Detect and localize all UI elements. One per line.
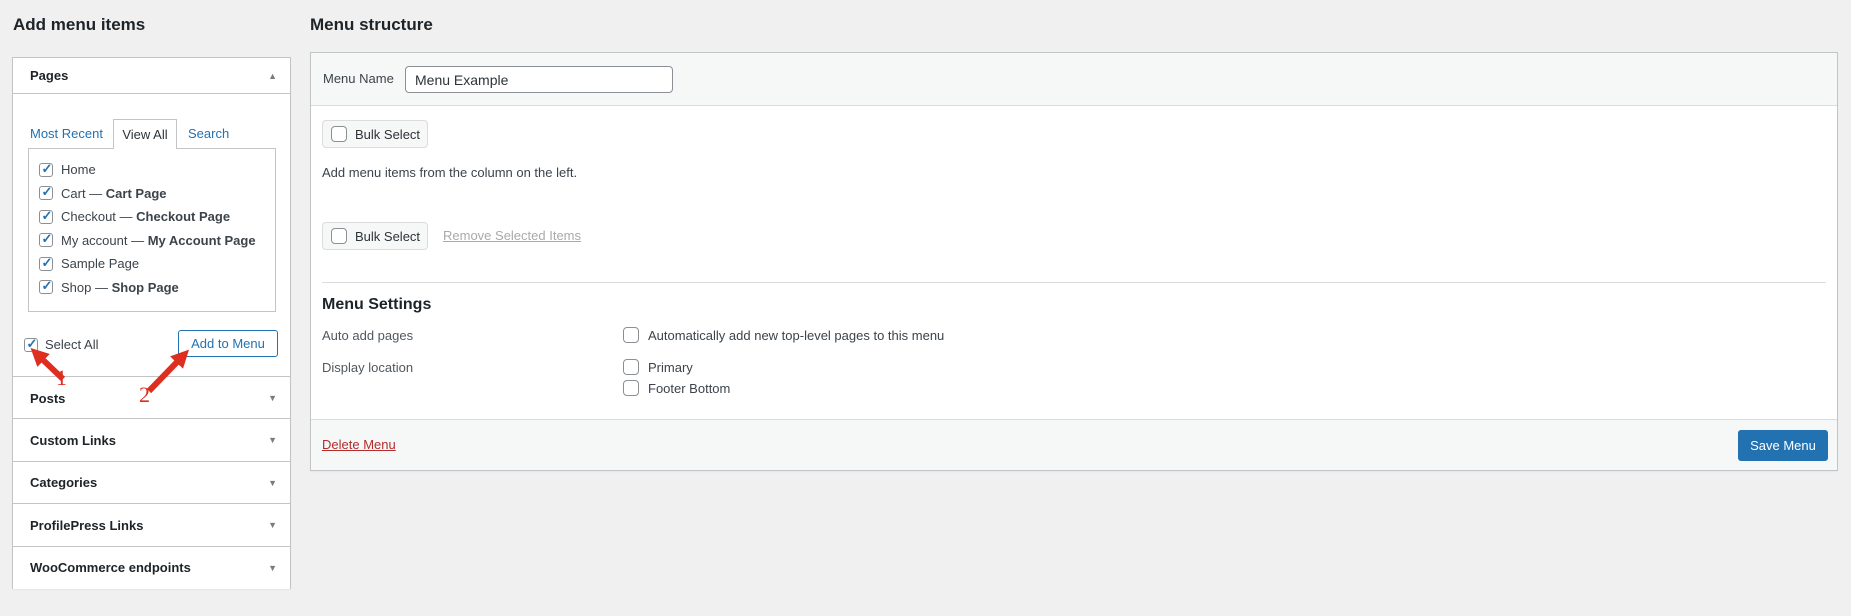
page-item-home[interactable]: ✓ Home xyxy=(29,158,275,182)
menu-structure-panel: Menu Name Bulk Select Add menu items fro… xyxy=(310,52,1838,471)
accordion-posts[interactable]: Posts ▼ xyxy=(13,376,290,419)
tab-search[interactable]: Search xyxy=(188,120,229,148)
accordion-woocommerce-endpoints[interactable]: WooCommerce endpoints ▼ xyxy=(13,546,290,589)
menu-name-input[interactable] xyxy=(405,66,673,93)
chevron-down-icon: ▼ xyxy=(268,563,277,573)
bulk-select-toggle-top[interactable]: Bulk Select xyxy=(322,120,428,148)
page-item-checkout[interactable]: ✓ Checkout — Checkout Page xyxy=(29,205,275,229)
bulk-select-label: Bulk Select xyxy=(355,127,420,142)
checkbox-checked-icon: ✓ xyxy=(39,257,53,271)
pages-accordion-label: Pages xyxy=(30,68,68,83)
accordion-profilepress-links[interactable]: ProfilePress Links ▼ xyxy=(13,503,290,546)
settings-divider xyxy=(322,282,1826,283)
checkbox-checked-icon: ✓ xyxy=(39,233,53,247)
select-all-checkbox[interactable]: ✓ Select All xyxy=(24,337,98,352)
chevron-down-icon: ▼ xyxy=(268,393,277,403)
checkbox-checked-icon: ✓ xyxy=(24,338,38,352)
accordion-custom-links[interactable]: Custom Links ▼ xyxy=(13,418,290,461)
checkbox-unchecked-icon xyxy=(623,327,639,343)
checkbox-checked-icon: ✓ xyxy=(39,280,53,294)
page-item-cart[interactable]: ✓ Cart — Cart Page xyxy=(29,182,275,206)
display-location-footer-bottom-checkbox[interactable]: Footer Bottom xyxy=(623,380,730,396)
accordion-categories-label: Categories xyxy=(30,475,97,490)
accordion-categories[interactable]: Categories ▼ xyxy=(13,461,290,504)
page-item-my-account[interactable]: ✓ My account — My Account Page xyxy=(29,229,275,253)
chevron-down-icon: ▼ xyxy=(268,520,277,530)
pages-checklist: ✓ Home ✓ Cart — Cart Page ✓ Checkout — C… xyxy=(28,148,276,312)
checkbox-unchecked-icon xyxy=(623,359,639,375)
select-all-label: Select All xyxy=(45,337,98,352)
display-location-footer-bottom-label: Footer Bottom xyxy=(648,381,730,396)
bulk-select-label: Bulk Select xyxy=(355,229,420,244)
remove-selected-items-link[interactable]: Remove Selected Items xyxy=(443,222,581,250)
checkbox-checked-icon: ✓ xyxy=(39,163,53,177)
tab-view-all[interactable]: View All xyxy=(113,119,177,149)
empty-menu-message: Add menu items from the column on the le… xyxy=(322,165,577,180)
auto-add-pages-checkbox[interactable]: Automatically add new top-level pages to… xyxy=(623,327,944,343)
chevron-down-icon: ▼ xyxy=(268,435,277,445)
checkbox-checked-icon: ✓ xyxy=(39,210,53,224)
chevron-down-icon: ▼ xyxy=(268,478,277,488)
menu-structure-footer: Delete Menu Save Menu xyxy=(311,419,1837,470)
page-item-shop[interactable]: ✓ Shop — Shop Page xyxy=(29,276,275,300)
display-location-primary-checkbox[interactable]: Primary xyxy=(623,359,693,375)
auto-add-pages-label: Auto add pages xyxy=(322,328,413,343)
tab-most-recent[interactable]: Most Recent xyxy=(30,120,103,148)
checkbox-unchecked-icon xyxy=(623,380,639,396)
accordion-woocommerce-endpoints-label: WooCommerce endpoints xyxy=(30,560,191,575)
accordion-profilepress-links-label: ProfilePress Links xyxy=(30,518,143,533)
auto-add-pages-option-label: Automatically add new top-level pages to… xyxy=(648,328,944,343)
accordion-posts-label: Posts xyxy=(30,391,65,406)
checkbox-unchecked-icon xyxy=(331,126,347,142)
checkbox-unchecked-icon xyxy=(331,228,347,244)
menu-name-label: Menu Name xyxy=(323,53,394,105)
pages-accordion-header[interactable]: Pages ▲ xyxy=(13,58,290,94)
save-menu-button[interactable]: Save Menu xyxy=(1738,430,1828,461)
accordion-custom-links-label: Custom Links xyxy=(30,433,116,448)
add-menu-items-panel: Pages ▲ Most Recent View All Search ✓ Ho… xyxy=(12,57,291,589)
add-menu-items-title: Add menu items xyxy=(13,15,145,35)
delete-menu-link[interactable]: Delete Menu xyxy=(322,420,396,470)
menu-structure-title: Menu structure xyxy=(310,15,433,35)
page-item-sample-page[interactable]: ✓ Sample Page xyxy=(29,252,275,276)
chevron-up-icon: ▲ xyxy=(268,71,277,81)
display-location-label: Display location xyxy=(322,360,413,375)
bulk-select-toggle-bottom[interactable]: Bulk Select xyxy=(322,222,428,250)
menu-settings-title: Menu Settings xyxy=(322,296,431,314)
add-to-menu-button[interactable]: Add to Menu xyxy=(178,330,278,357)
display-location-primary-label: Primary xyxy=(648,360,693,375)
checkbox-checked-icon: ✓ xyxy=(39,186,53,200)
menu-name-bar: Menu Name xyxy=(311,53,1837,106)
